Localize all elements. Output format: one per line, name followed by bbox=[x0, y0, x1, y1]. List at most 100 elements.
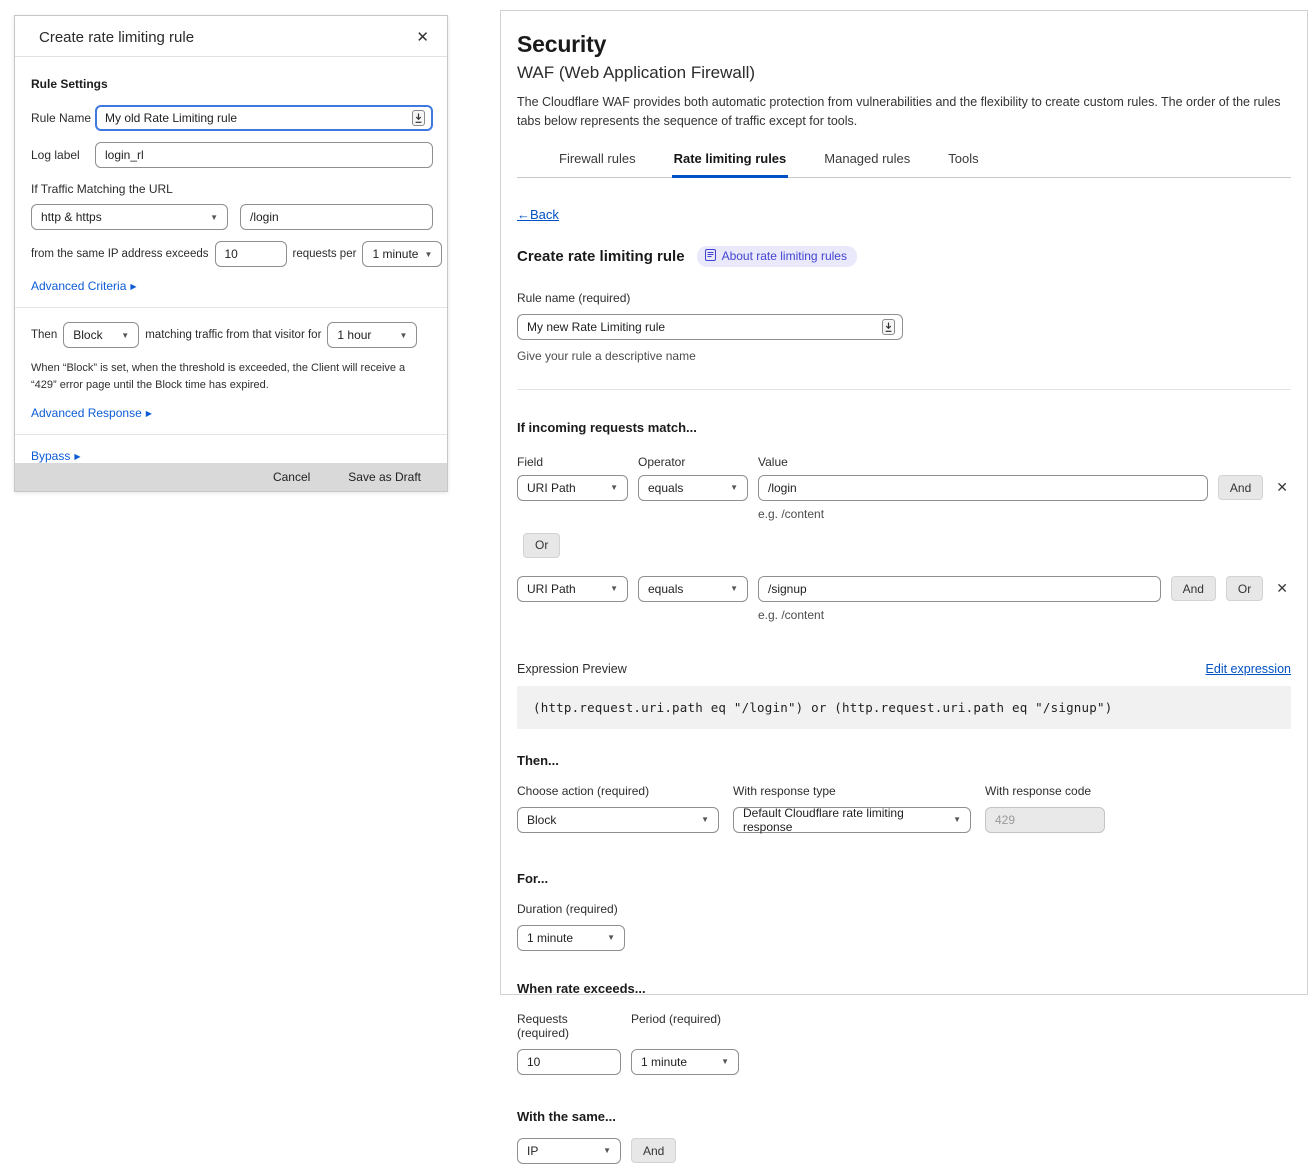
remove-condition-icon[interactable]: ✕ bbox=[1273, 580, 1291, 597]
close-icon[interactable]: ✕ bbox=[416, 28, 429, 46]
field-select[interactable]: URI Path ▼ bbox=[517, 475, 628, 501]
action-select[interactable]: Block ▼ bbox=[517, 807, 719, 833]
field-select[interactable]: URI Path ▼ bbox=[517, 576, 628, 602]
security-waf-panel: Security WAF (Web Application Firewall) … bbox=[500, 10, 1308, 995]
response-code-label: With response code bbox=[985, 784, 1105, 798]
characteristic-and-button[interactable]: And bbox=[631, 1138, 676, 1163]
traffic-matching-heading: If Traffic Matching the URL bbox=[31, 182, 433, 196]
divider bbox=[15, 307, 447, 308]
expression-preview-label: Expression Preview bbox=[517, 662, 627, 676]
value-input[interactable] bbox=[758, 475, 1208, 501]
rule-name-label: Rule name (required) bbox=[517, 291, 1291, 305]
expression-preview: (http.request.uri.path eq "/login") or (… bbox=[517, 686, 1291, 729]
waf-tabs: Firewall rules Rate limiting rules Manag… bbox=[517, 145, 1291, 178]
chevron-down-icon: ▼ bbox=[730, 584, 738, 593]
for-heading: For... bbox=[517, 871, 1291, 886]
duration-label: Duration (required) bbox=[517, 902, 1291, 916]
or-group-button[interactable]: Or bbox=[523, 533, 560, 558]
chevron-down-icon: ▼ bbox=[607, 933, 615, 942]
rate-period-select[interactable]: 1 minute ▼ bbox=[631, 1049, 739, 1075]
autofill-icon[interactable] bbox=[882, 319, 895, 340]
chevron-down-icon: ▼ bbox=[701, 815, 709, 824]
triangle-right-icon: ▶ bbox=[146, 409, 152, 418]
chevron-down-icon: ▼ bbox=[721, 1057, 729, 1066]
requests-input[interactable] bbox=[215, 241, 287, 267]
scheme-select[interactable]: http & https ▼ bbox=[31, 204, 228, 230]
advanced-response-link[interactable]: Advanced Response ▶ bbox=[31, 406, 152, 420]
rule-settings-heading: Rule Settings bbox=[31, 77, 433, 91]
dialog-title: Create rate limiting rule bbox=[39, 29, 194, 46]
cancel-button[interactable]: Cancel bbox=[273, 470, 310, 484]
operator-column-label: Operator bbox=[638, 455, 758, 469]
response-code-input bbox=[985, 807, 1105, 833]
match-heading: If incoming requests match... bbox=[517, 420, 1291, 435]
exceeds-text: from the same IP address exceeds bbox=[31, 248, 209, 260]
requests-per-text: requests per bbox=[293, 248, 357, 260]
rule-name-label: Rule Name bbox=[31, 111, 95, 125]
block-note: When “Block” is set, when the threshold … bbox=[31, 360, 421, 394]
value-input[interactable] bbox=[758, 576, 1161, 602]
block-duration-select[interactable]: 1 hour ▼ bbox=[327, 322, 417, 348]
chevron-down-icon: ▼ bbox=[610, 584, 618, 593]
triangle-right-icon: ▶ bbox=[130, 282, 136, 291]
tab-firewall-rules[interactable]: Firewall rules bbox=[557, 145, 638, 178]
log-label-input[interactable] bbox=[95, 142, 433, 168]
period-label: Period (required) bbox=[631, 1012, 721, 1040]
page-description: The Cloudflare WAF provides both automat… bbox=[517, 93, 1289, 131]
requests-input[interactable] bbox=[517, 1049, 621, 1075]
value-hint: e.g. /content bbox=[758, 608, 1291, 622]
and-button[interactable]: And bbox=[1171, 576, 1216, 601]
response-type-label: With response type bbox=[733, 784, 971, 798]
page-subtitle: WAF (Web Application Firewall) bbox=[517, 63, 1291, 83]
edit-expression-link[interactable]: Edit expression bbox=[1206, 662, 1291, 676]
log-label: Log label bbox=[31, 148, 95, 162]
then-heading: Then... bbox=[517, 753, 1291, 768]
url-input[interactable] bbox=[240, 204, 433, 230]
chevron-down-icon: ▼ bbox=[953, 815, 961, 824]
autofill-icon[interactable] bbox=[412, 110, 425, 129]
save-as-draft-button[interactable]: Save as Draft bbox=[348, 470, 421, 484]
chevron-down-icon: ▼ bbox=[424, 250, 432, 259]
and-button[interactable]: And bbox=[1218, 475, 1263, 500]
rule-name-input[interactable] bbox=[517, 314, 903, 340]
or-button[interactable]: Or bbox=[1226, 576, 1263, 601]
remove-condition-icon[interactable]: ✕ bbox=[1273, 479, 1291, 496]
tab-tools[interactable]: Tools bbox=[946, 145, 980, 178]
advanced-criteria-link[interactable]: Advanced Criteria ▶ bbox=[31, 279, 137, 293]
rule-name-input[interactable] bbox=[95, 105, 433, 131]
requests-label: Requests (required) bbox=[517, 1012, 621, 1040]
match-row: URI Path ▼ equals ▼ And ✕ bbox=[517, 475, 1291, 501]
chevron-down-icon: ▼ bbox=[603, 1146, 611, 1155]
arrow-left-icon: ← bbox=[517, 207, 530, 222]
value-hint: e.g. /content bbox=[758, 507, 1291, 521]
response-type-select[interactable]: Default Cloudflare rate limiting respons… bbox=[733, 807, 971, 833]
create-rate-limit-dialog: Create rate limiting rule ✕ Rule Setting… bbox=[14, 15, 448, 492]
about-rate-limiting-badge[interactable]: About rate limiting rules bbox=[697, 246, 857, 267]
match-row: URI Path ▼ equals ▼ And Or ✕ bbox=[517, 576, 1291, 602]
triangle-right-icon: ▶ bbox=[74, 452, 80, 461]
rule-name-help: Give your rule a descriptive name bbox=[517, 349, 1291, 363]
create-rule-heading: Create rate limiting rule bbox=[517, 248, 685, 265]
chevron-down-icon: ▼ bbox=[121, 331, 129, 340]
choose-action-label: Choose action (required) bbox=[517, 784, 719, 798]
dialog-header: Create rate limiting rule ✕ bbox=[15, 16, 447, 57]
back-link[interactable]: ←Back bbox=[517, 207, 559, 222]
tab-rate-limiting-rules[interactable]: Rate limiting rules bbox=[672, 145, 789, 178]
page-title: Security bbox=[517, 31, 1291, 58]
operator-select[interactable]: equals ▼ bbox=[638, 475, 748, 501]
divider bbox=[517, 389, 1291, 390]
characteristic-select[interactable]: IP ▼ bbox=[517, 1138, 621, 1164]
chevron-down-icon: ▼ bbox=[210, 213, 218, 222]
divider bbox=[15, 434, 447, 435]
with-same-heading: With the same... bbox=[517, 1109, 1291, 1124]
duration-select[interactable]: 1 minute ▼ bbox=[517, 925, 625, 951]
chevron-down-icon: ▼ bbox=[399, 331, 407, 340]
action-select[interactable]: Block ▼ bbox=[63, 322, 139, 348]
operator-select[interactable]: equals ▼ bbox=[638, 576, 748, 602]
period-select[interactable]: 1 minute ▼ bbox=[362, 241, 442, 267]
tab-managed-rules[interactable]: Managed rules bbox=[822, 145, 912, 178]
field-column-label: Field bbox=[517, 455, 638, 469]
document-icon bbox=[705, 249, 716, 264]
dialog-body: Rule Settings Rule Name Log label If Tra… bbox=[15, 57, 447, 463]
bypass-link[interactable]: Bypass ▶ bbox=[31, 449, 81, 463]
